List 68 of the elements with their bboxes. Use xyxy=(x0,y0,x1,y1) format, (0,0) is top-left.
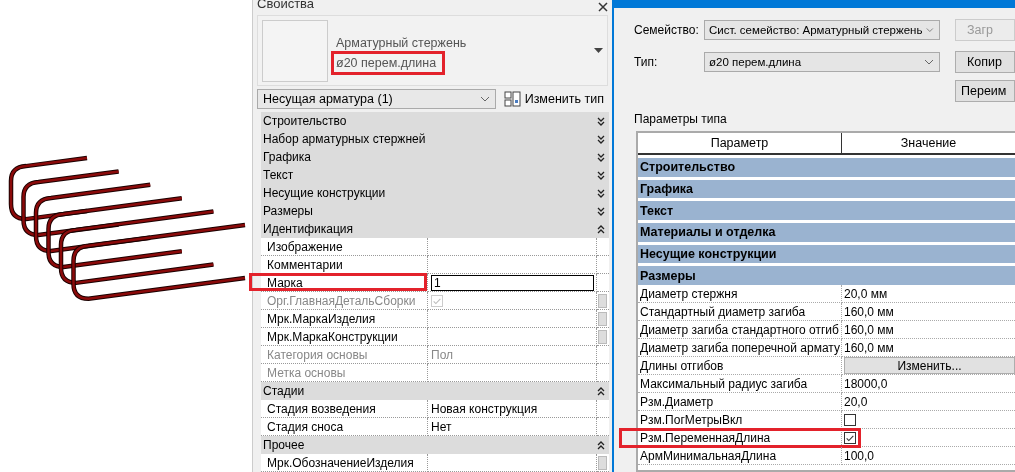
expand-icon[interactable] xyxy=(597,188,605,198)
group-header[interactable]: Строительство xyxy=(261,112,609,130)
column-header: Параметр xyxy=(638,133,842,153)
parameter-value: 20,0 мм xyxy=(842,285,1015,304)
parameter-label: Рзм.Диаметр xyxy=(638,393,842,412)
parameter-label: АрмМинимальнаяДлина xyxy=(638,447,842,466)
family-name: Арматурный стержень xyxy=(336,35,467,50)
parameter-label: Рзм.ПеременнаяДлина xyxy=(638,429,842,448)
checkbox[interactable] xyxy=(844,413,856,426)
duplicate-button[interactable]: Копир xyxy=(955,51,1015,73)
expand-icon[interactable] xyxy=(597,170,605,180)
parameter-label: Диаметр загиба поперечной армату xyxy=(638,339,842,358)
type-properties-icon xyxy=(503,91,521,108)
parameter-value: 20,0 xyxy=(842,393,1015,412)
collapse-icon[interactable] xyxy=(597,386,605,396)
section-label: Параметры типа xyxy=(634,112,728,126)
expand-icon[interactable] xyxy=(597,206,605,216)
family-dropdown[interactable]: Сист. семейство: Арматурный стержень xyxy=(704,20,940,40)
property-label: Комментарии xyxy=(261,256,428,274)
group-header[interactable]: Графика xyxy=(261,148,609,166)
type-name: ø20 перем.длина xyxy=(336,55,437,70)
group-header[interactable]: Текст xyxy=(261,166,609,184)
expand-icon[interactable] xyxy=(597,134,605,144)
parameter-label: Длины отгибов xyxy=(638,357,842,376)
column-header: Значение xyxy=(899,135,958,152)
group-header[interactable]: Материалы и отделка xyxy=(638,223,1015,242)
group-header[interactable]: Набор арматурных стержней xyxy=(261,130,609,148)
group-header[interactable]: Несущие конструкции xyxy=(638,244,1015,264)
collapse-icon[interactable] xyxy=(597,224,605,234)
chevron-icon xyxy=(479,96,490,103)
edit-type-button[interactable]: Изменить тип xyxy=(499,91,608,108)
parameter-label: Максимальный радиус загиба xyxy=(638,375,842,394)
parameter-label: Диаметр загиба стандартного отгиб xyxy=(638,321,842,340)
edit-button[interactable]: Изменить... xyxy=(844,357,1015,375)
group-header[interactable]: Стадии xyxy=(261,382,609,400)
parameter-label: Стандартный диаметр загиба xyxy=(638,303,842,322)
expand-icon[interactable] xyxy=(597,116,605,126)
group-header[interactable]: Размеры xyxy=(261,202,609,220)
group-header[interactable]: Размеры xyxy=(638,266,1015,286)
parameter-value: 18000,0 xyxy=(842,375,1015,394)
group-header[interactable]: Идентификация xyxy=(261,220,609,238)
value-cell[interactable] xyxy=(428,454,597,472)
chevron-icon xyxy=(924,59,934,65)
property-label: Мрк.ОбозначениеИзделия xyxy=(261,454,428,472)
parameter-label: Диаметр стержня xyxy=(638,285,842,304)
type-preview xyxy=(262,19,328,82)
rename-button[interactable]: Переим xyxy=(955,80,1015,102)
group-header[interactable]: Несущие конструкции xyxy=(261,184,609,202)
group-header[interactable]: Текст xyxy=(638,201,1015,221)
group-header[interactable]: Прочее xyxy=(261,436,609,454)
parameter-label: Рзм.ПогМетрыВкл xyxy=(638,411,842,430)
expand-icon[interactable] xyxy=(597,152,605,162)
parameter-value: 160,0 мм xyxy=(842,303,1015,322)
checkbox[interactable] xyxy=(844,431,856,444)
field-label: Семейство: xyxy=(633,23,700,37)
type-dropdown[interactable]: ø20 перем.длина xyxy=(704,52,940,72)
category-filter[interactable]: Несущая арматура (1) xyxy=(257,89,496,110)
mark-input[interactable]: 1 xyxy=(431,274,594,291)
close-icon[interactable] xyxy=(598,1,608,12)
field-label: Тип: xyxy=(633,55,659,69)
collapse-icon[interactable] xyxy=(597,440,605,450)
chevron-icon xyxy=(926,27,934,33)
group-header[interactable]: Графика xyxy=(638,179,1015,199)
group-header[interactable]: Строительство xyxy=(638,158,1015,177)
parameter-value: 160,0 мм xyxy=(842,321,1015,340)
dropdown-arrow-icon xyxy=(594,48,603,54)
parameter-value: 100,0 xyxy=(842,447,1015,466)
type-selector[interactable]: Арматурный стержень ø20 перем.длина xyxy=(257,14,608,87)
